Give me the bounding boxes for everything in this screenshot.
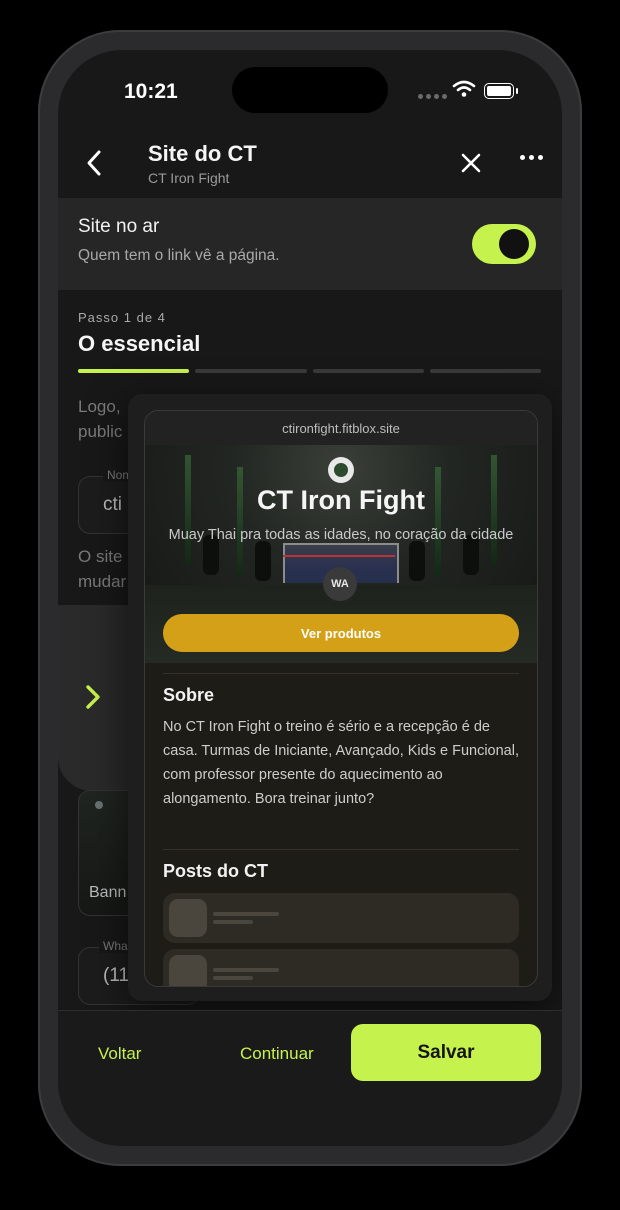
- step-title: O essencial: [78, 331, 201, 356]
- punching-bag: [409, 541, 425, 581]
- chevron-right-icon[interactable]: [82, 683, 104, 711]
- site-live-subtitle: Quem tem o link vê a página.: [78, 247, 280, 264]
- close-icon[interactable]: [458, 150, 484, 176]
- save-button[interactable]: Salvar: [351, 1024, 541, 1081]
- step-progress: [78, 369, 541, 373]
- progress-segment: [195, 369, 307, 373]
- hero-banner: CT Iron Fight Muay Thai pra todas as ida…: [145, 445, 537, 663]
- banner-label: Bann: [89, 884, 127, 901]
- preview-url: ctironfight.fitblox.site: [145, 411, 537, 445]
- post-line: [213, 912, 279, 916]
- hero-light: [237, 467, 243, 577]
- battery-icon: [484, 83, 518, 99]
- post-line: [213, 920, 253, 924]
- dynamic-island: [232, 67, 388, 113]
- wifi-icon: [452, 80, 476, 97]
- punching-bag: [255, 541, 271, 581]
- site-name-value: cti: [103, 494, 122, 515]
- lamp-decoration: [95, 801, 103, 809]
- continue-button[interactable]: Continuar: [240, 1044, 314, 1064]
- step-label: Passo 1 de 4: [78, 310, 166, 325]
- toggle-knob: [499, 229, 529, 259]
- status-time: 10:21: [124, 80, 178, 103]
- progress-segment: [78, 369, 190, 373]
- whatsapp-value: (11: [103, 965, 130, 986]
- divider: [163, 673, 519, 674]
- whatsapp-label: Wha: [99, 939, 132, 953]
- form-note-text: mudar: [78, 572, 127, 591]
- site-preview-frame[interactable]: ctironfight.fitblox.site CT Iron Fight M…: [144, 410, 538, 987]
- hero-subtitle: Muay Thai pra todas as idades, no coraçã…: [168, 527, 514, 543]
- post-line: [213, 976, 253, 980]
- about-title: Sobre: [163, 685, 215, 705]
- form-intro-text: public: [78, 422, 123, 441]
- form-note-text: O site: [78, 547, 123, 566]
- post-card-placeholder[interactable]: [163, 893, 519, 943]
- hero-light: [435, 467, 441, 577]
- post-line: [213, 968, 279, 972]
- more-options-icon[interactable]: [520, 155, 543, 160]
- back-button[interactable]: Voltar: [98, 1044, 141, 1064]
- page-subtitle: CT Iron Fight: [148, 170, 230, 186]
- form-intro-text: Logo,: [78, 397, 121, 416]
- page-title: Site do CT: [148, 141, 257, 166]
- progress-segment: [429, 369, 541, 373]
- post-card-placeholder[interactable]: [163, 949, 519, 986]
- site-live-title: Site no ar: [78, 216, 160, 237]
- site-live-panel: Site no ar Quem tem o link vê a página.: [58, 198, 562, 290]
- app-screen: 10:21 Site do CT CT Iron Fight Site no a…: [58, 50, 562, 1146]
- ring-rope: [283, 555, 395, 557]
- post-thumbnail: [169, 955, 207, 986]
- view-products-button[interactable]: Ver produtos: [163, 614, 519, 652]
- back-arrow-icon[interactable]: [80, 148, 110, 178]
- bottom-action-bar: Voltar Continuar Salvar: [58, 1010, 562, 1146]
- post-thumbnail: [169, 899, 207, 937]
- site-preview-panel: ctironfight.fitblox.site CT Iron Fight M…: [128, 394, 552, 1001]
- divider: [163, 849, 519, 850]
- gym-logo-icon: [328, 457, 354, 483]
- hero-title: CT Iron Fight: [257, 485, 425, 515]
- about-text: No CT Iron Fight o treino é sério e a re…: [163, 719, 519, 807]
- whatsapp-badge[interactable]: WA: [323, 567, 357, 601]
- posts-title: Posts do CT: [163, 861, 269, 881]
- site-live-toggle[interactable]: [472, 224, 536, 264]
- progress-segment: [312, 369, 424, 373]
- signal-icon: [418, 94, 447, 99]
